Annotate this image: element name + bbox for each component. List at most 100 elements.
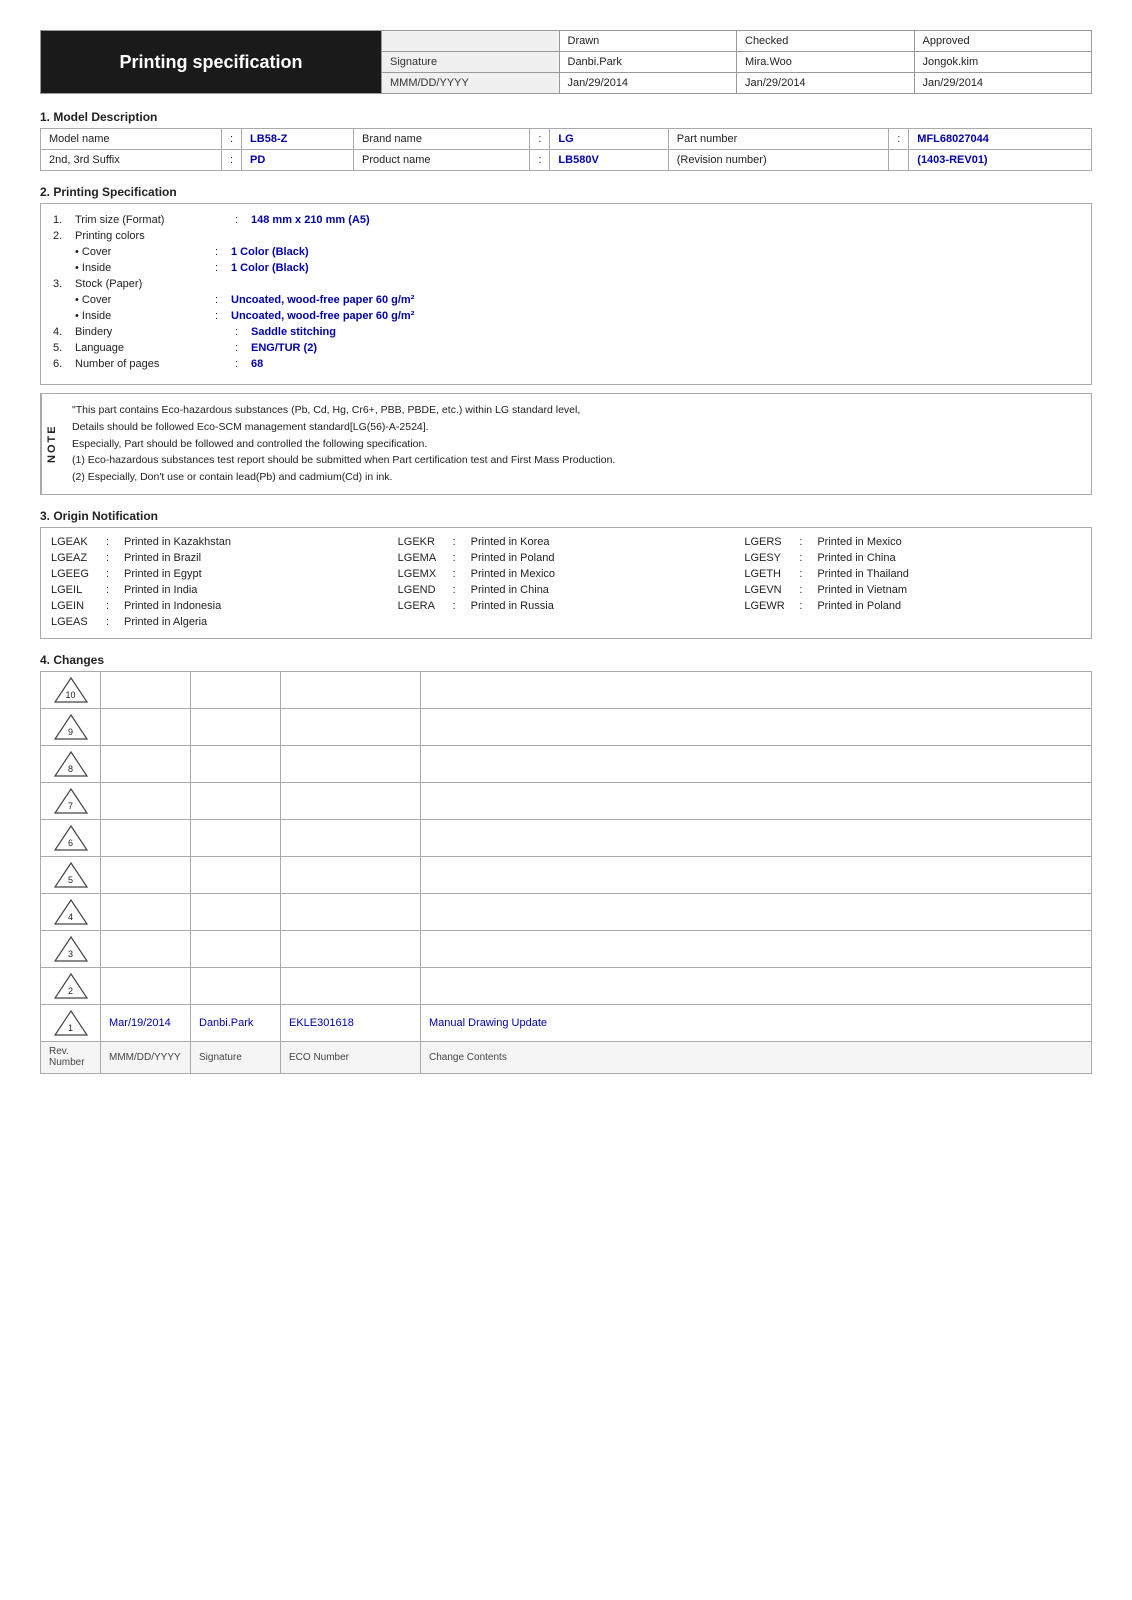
change-cell-0 (101, 893, 191, 930)
change-cell-1 (191, 967, 281, 1004)
triangle-icon: 2 (53, 972, 89, 1000)
part-num-label: Part number (668, 129, 888, 150)
change-cell-3 (421, 893, 1092, 930)
triangle-icon: 5 (53, 861, 89, 889)
header-col-labels: Drawn Checked Approved (382, 31, 1091, 52)
rev-triangle-2: 2 (41, 967, 101, 1004)
rev-num-label: 4 (68, 912, 73, 922)
brand-name-label: Brand name (354, 129, 530, 150)
changes-row-8: 8 (41, 745, 1092, 782)
rev-triangle-1: 1 (41, 1004, 101, 1041)
changes-table: 10 9 8 7 6 (40, 671, 1092, 1074)
origin-code: LGERS (744, 536, 799, 548)
change-cell-3 (421, 930, 1092, 967)
origin-box: LGEAK : Printed in Kazakhstan LGEKR : Pr… (40, 527, 1092, 639)
origin-code: LGEMA (398, 552, 453, 564)
footer-cell-0: Rev. Number (41, 1041, 101, 1073)
spec-colon: : (215, 294, 231, 306)
changes-row-9: 9 (41, 708, 1092, 745)
origin-desc: Printed in Poland (817, 600, 901, 612)
spec-num: 2. (53, 230, 75, 242)
origin-item-1: LGEKR : Printed in Korea (398, 536, 735, 548)
date-checked: Jan/29/2014 (737, 73, 915, 93)
title-cell: Printing specification (41, 31, 381, 93)
triangle-icon: 6 (53, 824, 89, 852)
product-name-label: Product name (354, 150, 530, 171)
change-cell-2: EKLE301618 (281, 1004, 421, 1041)
spec-row-7: 4. Bindery : Saddle stitching (53, 326, 1079, 338)
rev-num-colon (889, 150, 909, 171)
spec-item-label: • Cover (75, 294, 215, 306)
change-cell-0 (101, 967, 191, 1004)
origin-item-14: LGEWR : Printed in Poland (744, 600, 1081, 612)
origin-desc: Printed in Poland (471, 552, 555, 564)
suffix-colon: : (221, 150, 241, 171)
change-cell-2 (281, 967, 421, 1004)
origin-desc: Printed in Korea (471, 536, 550, 548)
section1-title: 1. Model Description (40, 110, 1092, 124)
origin-code: LGEAS (51, 616, 106, 628)
page-title: Printing specification (119, 52, 302, 73)
spec-num: 6. (53, 358, 75, 370)
change-cell-1 (191, 745, 281, 782)
rev-num-label: 1 (68, 1023, 73, 1033)
origin-code: LGEAK (51, 536, 106, 548)
rev-num-label: (Revision number) (668, 150, 888, 171)
changes-row-7: 7 (41, 782, 1092, 819)
spec-colon: : (215, 310, 231, 322)
change-cell-2 (281, 856, 421, 893)
changes-row-3: 3 (41, 930, 1092, 967)
spec-num: 4. (53, 326, 75, 338)
origin-code: LGEKR (398, 536, 453, 548)
change-cell-2 (281, 893, 421, 930)
change-cell-1 (191, 930, 281, 967)
change-cell-1 (191, 893, 281, 930)
change-cell-1 (191, 671, 281, 708)
origin-code: LGERA (398, 600, 453, 612)
origin-desc: Printed in Mexico (471, 568, 555, 580)
spec-value: Saddle stitching (251, 326, 336, 338)
origin-sep: : (453, 568, 471, 580)
change-cell-0 (101, 671, 191, 708)
spec-row-3: • Inside : 1 Color (Black) (53, 262, 1079, 274)
brand-name-colon: : (530, 129, 550, 150)
spec-num: 1. (53, 214, 75, 226)
origin-item-17 (744, 616, 1081, 628)
spec-colon: : (235, 326, 251, 338)
spec-item-label: Stock (Paper) (75, 278, 235, 290)
note-content: "This part contains Eco-hazardous substa… (62, 394, 625, 494)
triangle-icon: 3 (53, 935, 89, 963)
spec-value: 148 mm x 210 mm (A5) (251, 214, 370, 226)
origin-sep: : (799, 536, 817, 548)
date-drawn: Jan/29/2014 (560, 73, 738, 93)
change-cell-1 (191, 708, 281, 745)
changes-footer-row: Rev. NumberMMM/DD/YYYYSignatureECO Numbe… (41, 1041, 1092, 1073)
footer-cell-2: Signature (191, 1041, 281, 1073)
origin-desc: Printed in Kazakhstan (124, 536, 231, 548)
spec-item-label: Printing colors (75, 230, 235, 242)
signature-checked: Mira.Woo (737, 52, 915, 72)
change-cell-3: Manual Drawing Update (421, 1004, 1092, 1041)
change-cell-0 (101, 819, 191, 856)
origin-item-4: LGEMA : Printed in Poland (398, 552, 735, 564)
part-num-value: MFL68027044 (909, 129, 1092, 150)
spec-box: 1. Trim size (Format) : 148 mm x 210 mm … (40, 203, 1092, 385)
rev-triangle-7: 7 (41, 782, 101, 819)
spec-item-label: Language (75, 342, 235, 354)
changes-row-1: 1 Mar/19/2014Danbi.ParkEKLE301618Manual … (41, 1004, 1092, 1041)
model-name-colon: : (221, 129, 241, 150)
origin-code: LGEIN (51, 600, 106, 612)
spec-row-1: 2. Printing colors (53, 230, 1079, 242)
change-cell-3 (421, 745, 1092, 782)
spec-item-label: Bindery (75, 326, 235, 338)
footer-cell-1: MMM/DD/YYYY (101, 1041, 191, 1073)
rev-num-value: (1403-REV01) (909, 150, 1092, 171)
change-cell-2 (281, 708, 421, 745)
origin-desc: Printed in Indonesia (124, 600, 221, 612)
origin-item-13: LGERA : Printed in Russia (398, 600, 735, 612)
model-row-2: 2nd, 3rd Suffix : PD Product name : LB58… (41, 150, 1092, 171)
origin-sep: : (106, 616, 124, 628)
origin-code: LGEMX (398, 568, 453, 580)
model-row-1: Model name : LB58-Z Brand name : LG Part… (41, 129, 1092, 150)
model-name-label: Model name (41, 129, 222, 150)
